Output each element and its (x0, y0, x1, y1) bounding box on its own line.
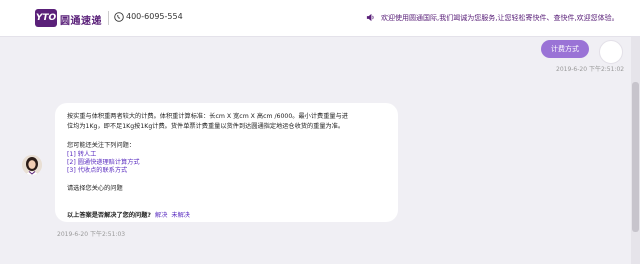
phone-icon (114, 12, 124, 22)
choose-question-text: 请选择您关心的问题 (67, 185, 123, 192)
welcome-notice: 欢迎使用圆通国际,我们竭诚为您服务,让您轻松寄快件、查快件,欢迎您体验。 (381, 14, 619, 22)
top-header: YTO 圆通速递 400-6095-554 欢迎使用圆通国际,我们竭诚为您服务,… (0, 0, 640, 37)
answer-line-2: 位均为1Kg，即不足1Kg按1Kg计费。货件单票计费重量以货件到达圆通指定地运仓… (67, 123, 345, 130)
header-divider (108, 11, 109, 25)
feedback-row: 以上答案是否解决了您的问题? 解决 未解决 (67, 210, 190, 219)
answer-line-1: 按实重与体积重两者较大的计费。体积重计算标准：长cm X 宽cm X 高cm /… (67, 113, 348, 120)
agent-message-bubble: 按实重与体积重两者较大的计费。体积重计算标准：长cm X 宽cm X 高cm /… (55, 103, 398, 222)
agent-message-time: 2019-6-20 下午2:51:03 (57, 231, 126, 238)
yto-logo: YTO (35, 9, 57, 27)
resolved-link[interactable]: 解决 (155, 212, 167, 219)
speaker-icon (366, 13, 374, 22)
logo-text: 圆通速递 (60, 16, 102, 27)
unresolved-link[interactable]: 未解决 (171, 212, 190, 219)
user-message-time: 2019-6-20 下午2:51:02 (556, 66, 625, 73)
related-questions-prompt: 您可能还关注下列问题： (67, 142, 136, 149)
user-avatar (599, 40, 623, 64)
user-message-bubble[interactable]: 计费方式 (541, 40, 589, 58)
related-question-link[interactable]: [3] 代收点的联系方式 (67, 165, 127, 174)
hotline-number: 400-6095-554 (126, 12, 183, 21)
chat-scrollbar-thumb[interactable] (632, 82, 639, 232)
agent-avatar (22, 155, 42, 175)
feedback-question: 以上答案是否解决了您的问题? (67, 212, 152, 219)
